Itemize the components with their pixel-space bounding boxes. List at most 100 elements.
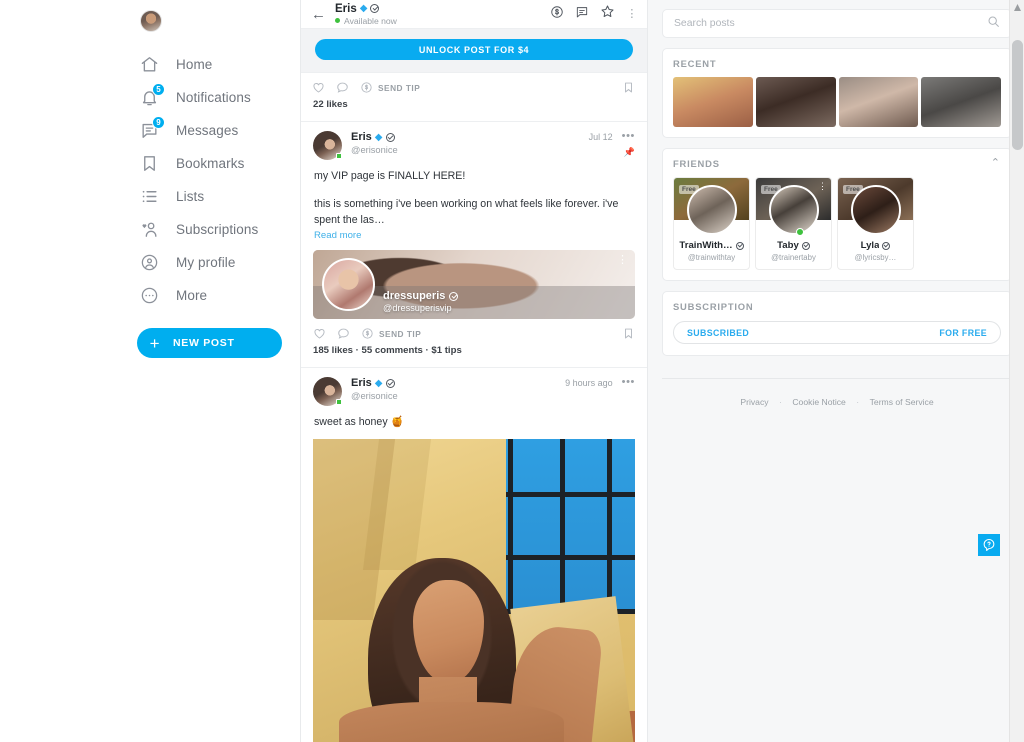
footer-link-cookie-notice[interactable]: Cookie Notice	[792, 397, 846, 407]
post-stats-text: 185 likes · 55 comments · $1 tips	[313, 345, 462, 357]
photo-subject-shoulder	[338, 701, 565, 742]
post-more-icon[interactable]: •••	[622, 377, 635, 388]
scrollbar-thumb[interactable]	[1012, 40, 1023, 150]
subscription-button[interactable]: SUBSCRIBED FOR FREE	[673, 321, 1001, 344]
footer-links: Privacy · Cookie Notice · Terms of Servi…	[662, 378, 1012, 410]
read-more-link[interactable]: Read more	[313, 228, 635, 241]
likes-count-text: 22 likes	[313, 99, 348, 110]
recent-title: RECENT	[673, 58, 717, 69]
footer-link-privacy[interactable]: Privacy	[740, 397, 768, 407]
more-vertical-icon[interactable]: ⋮	[818, 182, 827, 191]
post-author-name[interactable]: Eris	[351, 131, 372, 143]
more-vertical-icon[interactable]: ⋮	[617, 255, 628, 266]
recent-thumbnail[interactable]	[673, 77, 753, 127]
page-title: Eris	[335, 2, 357, 15]
friends-title: FRIENDS	[673, 158, 720, 169]
like-heart-icon[interactable]	[312, 81, 325, 94]
shared-profile-card[interactable]: ⋮ dressuperis @dressuperisvip	[313, 250, 635, 320]
friends-card: FRIENDS ⌃ Free TrainWith… @trainwithtay	[662, 148, 1012, 281]
bookmark-icon[interactable]	[622, 81, 635, 94]
recent-thumbnail[interactable]	[755, 77, 836, 127]
like-heart-icon[interactable]	[313, 327, 326, 340]
search-icon[interactable]	[987, 15, 1000, 33]
dollar-circle-icon[interactable]	[550, 5, 564, 24]
avatar	[768, 185, 819, 236]
sidebar-item-subscriptions[interactable]: Subscriptions	[0, 213, 300, 246]
feed-column: ← Eris ◆ Available now ⋮ UNLOCK POST FOR…	[300, 0, 648, 742]
recent-thumbnail[interactable]	[921, 77, 1001, 127]
avatar	[850, 185, 901, 235]
app-root: Home 5 Notifications 9 Messages Bookmark…	[0, 0, 1024, 742]
post-author-block: Eris ◆ @erisonice	[351, 131, 580, 155]
post-author-handle[interactable]: @erisonice	[351, 391, 556, 401]
subscription-title: SUBSCRIPTION	[673, 301, 754, 312]
bookmark-icon[interactable]	[622, 327, 635, 340]
photo-mullion	[506, 554, 635, 560]
send-tip-button[interactable]: SEND TIP	[360, 81, 420, 94]
likes-count: 22 likes	[301, 94, 647, 121]
sidebar-nav: Home 5 Notifications 9 Messages Bookmark…	[0, 48, 300, 312]
diamond-icon: ◆	[374, 131, 383, 143]
sidebar-item-lists[interactable]: Lists	[0, 180, 300, 213]
sidebar-item-home[interactable]: Home	[0, 48, 300, 81]
sidebar-item-more[interactable]: More	[0, 279, 300, 312]
chevron-up-icon[interactable]: ⌃	[991, 158, 1000, 169]
shared-card-meta: dressuperis @dressuperisvip	[383, 290, 459, 313]
sidebar-item-label: Bookmarks	[176, 156, 245, 171]
post-author-name[interactable]: Eris	[351, 377, 372, 389]
sidebar-item-label: Notifications	[176, 90, 251, 105]
sidebar-item-my-profile[interactable]: My profile	[0, 246, 300, 279]
shared-card-avatar	[322, 258, 375, 312]
comment-icon[interactable]	[337, 327, 350, 340]
new-post-wrap: + NEW POST	[0, 312, 300, 358]
footer-link-terms[interactable]: Terms of Service	[870, 397, 934, 407]
sidebar-item-bookmarks[interactable]: Bookmarks	[0, 147, 300, 180]
scroll-up-arrow-icon[interactable]	[1014, 4, 1021, 11]
online-dot-icon	[335, 18, 340, 23]
more-vertical-icon[interactable]: ⋮	[626, 8, 638, 20]
unlock-post-button[interactable]: UNLOCK POST FOR $4	[315, 39, 633, 60]
verified-icon	[882, 241, 891, 250]
diamond-icon: ◆	[374, 377, 383, 389]
friend-card[interactable]: Free ⋮ Taby @trainertaby	[755, 177, 832, 270]
friend-name-row: Lyla	[841, 240, 910, 251]
sidebar-item-messages[interactable]: 9 Messages	[0, 114, 300, 147]
message-icon[interactable]	[575, 5, 589, 24]
verified-icon	[370, 4, 380, 13]
friend-card[interactable]: Free Lyla @lyricsby…	[837, 177, 914, 270]
post-avatar-wrap[interactable]	[313, 377, 342, 407]
post-avatar-wrap[interactable]	[313, 131, 342, 160]
post-author-block: Eris ◆ @erisonice	[351, 377, 556, 401]
online-dot-icon	[795, 228, 804, 236]
new-post-button[interactable]: + NEW POST	[137, 328, 282, 358]
sidebar-item-label: My profile	[176, 255, 236, 270]
list-icon	[140, 187, 159, 206]
pin-icon[interactable]: 📌	[624, 147, 635, 158]
friend-card[interactable]: Free TrainWith… @trainwithtay	[673, 177, 750, 270]
comment-icon[interactable]	[336, 81, 349, 94]
post-author-handle[interactable]: @erisonice	[351, 145, 580, 155]
search-input[interactable]	[674, 18, 987, 29]
post-text-secondary: this is something i've been working on w…	[314, 198, 619, 226]
post-timestamp: 9 hours ago	[565, 377, 613, 388]
post-more-icon[interactable]: •••	[622, 131, 635, 142]
feed-header-icons: ⋮	[550, 4, 638, 24]
avatar[interactable]	[140, 10, 162, 32]
diamond-icon: ◆	[359, 3, 368, 14]
help-button[interactable]	[978, 534, 1000, 556]
sidebar-item-label: Home	[176, 57, 213, 72]
send-tip-button[interactable]: SEND TIP	[361, 327, 421, 340]
friend-name: Lyla	[860, 240, 880, 251]
recent-thumbnail[interactable]	[838, 77, 919, 127]
sidebar-item-notifications[interactable]: 5 Notifications	[0, 81, 300, 114]
back-icon[interactable]: ←	[311, 7, 326, 22]
scrollbar[interactable]	[1009, 0, 1024, 742]
more-circle-icon	[140, 286, 159, 305]
star-icon[interactable]	[600, 4, 615, 24]
post-meta: Jul 12 ••• 📌	[589, 131, 635, 158]
search-card	[662, 9, 1012, 38]
notifications-badge: 5	[152, 83, 165, 96]
post-photo[interactable]	[313, 439, 635, 742]
post-text: my VIP page is FINALLY HERE!	[314, 170, 466, 182]
subscription-price: FOR FREE	[939, 327, 987, 338]
